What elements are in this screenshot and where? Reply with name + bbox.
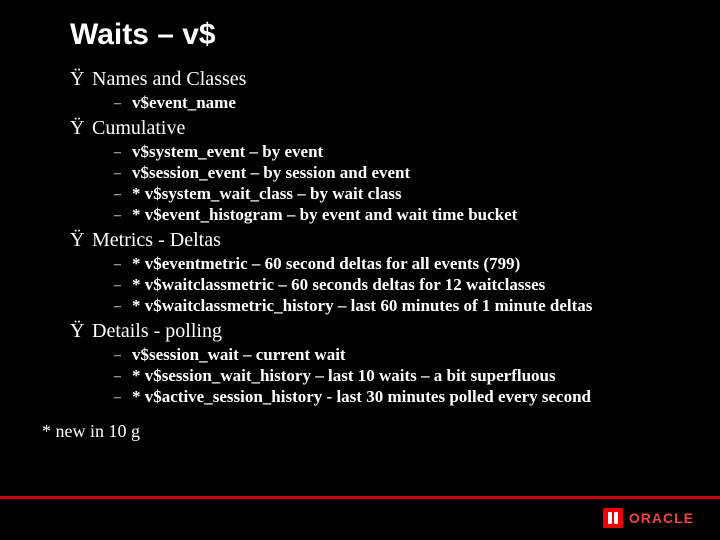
- item-text: * v$waitclassmetric – 60 seconds deltas …: [132, 275, 545, 294]
- dash-icon: –: [114, 187, 132, 203]
- brand-logo: ORACLE: [603, 508, 694, 528]
- dash-icon: –: [114, 278, 132, 294]
- footnote: * new in 10 g: [42, 421, 720, 442]
- oracle-icon: [603, 508, 623, 528]
- dash-icon: –: [114, 348, 132, 364]
- section-heading: ŸDetails - polling: [70, 320, 720, 343]
- footer-divider: [0, 496, 720, 499]
- list-item: –* v$active_session_history - last 30 mi…: [114, 387, 720, 407]
- dash-icon: –: [114, 257, 132, 273]
- heading-text: Names and Classes: [92, 68, 246, 90]
- section-heading: ŸMetrics - Deltas: [70, 229, 720, 252]
- item-text: * v$session_wait_history – last 10 waits…: [132, 366, 556, 385]
- section-heading: ŸNames and Classes: [70, 68, 720, 91]
- bullet-glyph: Ÿ: [70, 117, 92, 140]
- list-item: –* v$event_histogram – by event and wait…: [114, 205, 720, 225]
- item-text: * v$waitclassmetric_history – last 60 mi…: [132, 296, 592, 315]
- item-text: v$session_wait – current wait: [132, 345, 346, 364]
- item-text: v$event_name: [132, 93, 236, 112]
- item-text: * v$active_session_history - last 30 min…: [132, 387, 591, 406]
- dash-icon: –: [114, 369, 132, 385]
- bullet-glyph: Ÿ: [70, 320, 92, 343]
- dash-icon: –: [114, 208, 132, 224]
- item-text: * v$system_wait_class – by wait class: [132, 184, 402, 203]
- item-text: * v$event_histogram – by event and wait …: [132, 205, 517, 224]
- item-text: * v$eventmetric – 60 second deltas for a…: [132, 254, 520, 273]
- list-item: –v$session_wait – current wait: [114, 345, 720, 365]
- heading-text: Cumulative: [92, 117, 185, 139]
- list-item: –* v$waitclassmetric – 60 seconds deltas…: [114, 275, 720, 295]
- dash-icon: –: [114, 145, 132, 161]
- list-item: –v$event_name: [114, 93, 720, 113]
- list-item: –v$session_event – by session and event: [114, 163, 720, 183]
- brand-name: ORACLE: [629, 510, 694, 526]
- item-text: v$session_event – by session and event: [132, 163, 410, 182]
- heading-text: Metrics - Deltas: [92, 229, 221, 251]
- list-item: –* v$waitclassmetric_history – last 60 m…: [114, 296, 720, 316]
- bullet-glyph: Ÿ: [70, 68, 92, 91]
- section-heading: ŸCumulative: [70, 117, 720, 140]
- bullet-glyph: Ÿ: [70, 229, 92, 252]
- dash-icon: –: [114, 390, 132, 406]
- dash-icon: –: [114, 96, 132, 112]
- slide: Waits – v$ ŸNames and Classes –v$event_n…: [0, 0, 720, 540]
- page-title: Waits – v$: [70, 18, 720, 52]
- dash-icon: –: [114, 166, 132, 182]
- heading-text: Details - polling: [92, 320, 222, 342]
- dash-icon: –: [114, 299, 132, 315]
- item-text: v$system_event – by event: [132, 142, 323, 161]
- list-item: –* v$system_wait_class – by wait class: [114, 184, 720, 204]
- list-item: –* v$eventmetric – 60 second deltas for …: [114, 254, 720, 274]
- list-item: –* v$session_wait_history – last 10 wait…: [114, 366, 720, 386]
- list-item: –v$system_event – by event: [114, 142, 720, 162]
- footer: ORACLE: [0, 496, 720, 540]
